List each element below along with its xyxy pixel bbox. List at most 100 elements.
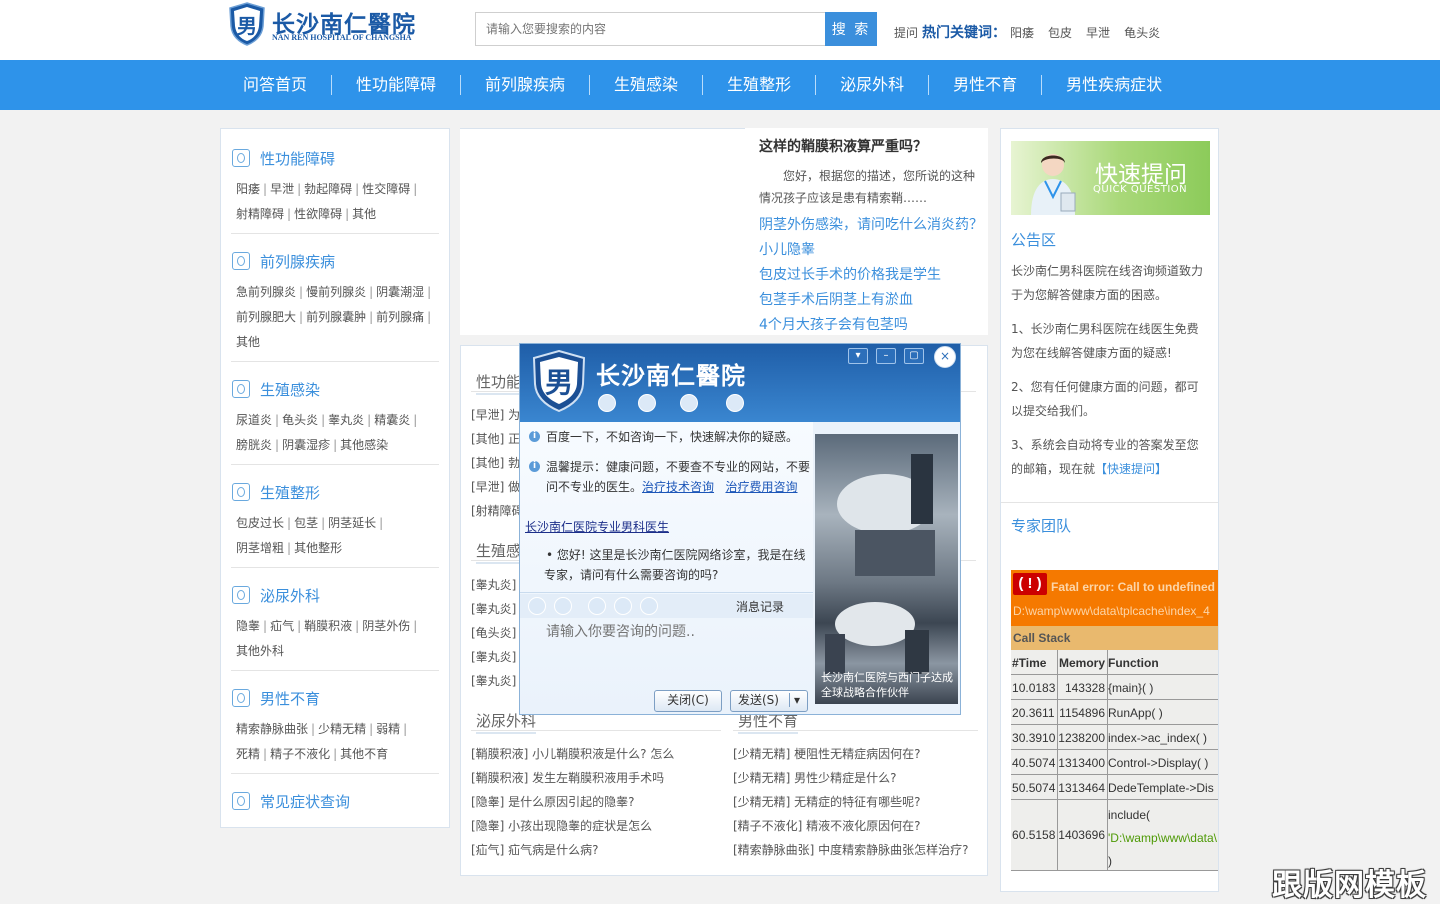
- close-icon[interactable]: ×: [934, 346, 956, 368]
- hot-keyword[interactable]: 早泄: [1086, 26, 1110, 40]
- article-link[interactable]: [少精无精] 男性少精症是什么?: [733, 769, 897, 786]
- article-link[interactable]: [隐睾] 小孩出现隐睾的症状是怎么: [471, 817, 652, 834]
- emoji-icon[interactable]: [528, 597, 546, 615]
- nav-item-home[interactable]: 问答首页: [219, 75, 333, 95]
- category-link[interactable]: 勃起障碍: [304, 182, 352, 196]
- nav-item-symptoms[interactable]: 男性疾病症状: [1042, 75, 1186, 95]
- category-title[interactable]: 泌尿外科: [231, 584, 441, 608]
- category-title[interactable]: 性功能障碍: [231, 147, 441, 171]
- category-link[interactable]: 包茎: [294, 516, 318, 530]
- category-link[interactable]: 阴茎外伤: [362, 619, 410, 633]
- minimize-icon[interactable]: –: [876, 348, 896, 364]
- hot-keyword[interactable]: 包皮: [1048, 26, 1072, 40]
- hot-keyword[interactable]: 龟头炎: [1124, 26, 1160, 40]
- message-history-button[interactable]: 消息记录: [736, 598, 784, 615]
- nav-item-plastic[interactable]: 生殖整形: [703, 75, 817, 95]
- category-link[interactable]: 阴囊湿疹: [282, 438, 330, 452]
- category-link[interactable]: 鞘膜积液: [304, 619, 352, 633]
- article-link[interactable]: [精索静脉曲张] 中度精索静脉曲张怎样治疗?: [733, 841, 969, 858]
- article-link[interactable]: [射精障碍: [471, 502, 524, 519]
- search-button[interactable]: 搜 索: [825, 12, 877, 46]
- category-link[interactable]: 阴茎增粗: [236, 541, 284, 555]
- category-link[interactable]: 急前列腺炎: [236, 285, 296, 299]
- nav-item-infection[interactable]: 生殖感染: [590, 75, 704, 95]
- consult-chat-window[interactable]: 男 长沙南仁醫院 ▾ – ▢ × i 百度一下，不如咨询一下，快速解决你的疑惑。…: [519, 343, 961, 715]
- category-link[interactable]: 疝气: [270, 619, 294, 633]
- chat-message-input[interactable]: [544, 616, 814, 648]
- close-button[interactable]: 关闭(C): [654, 690, 722, 712]
- hot-keyword[interactable]: 阳痿: [1010, 26, 1034, 40]
- featured-question-title[interactable]: 这样的鞘膜积液算严重吗？: [759, 136, 927, 156]
- doctor-link[interactable]: 长沙南仁医院专业男科医生: [525, 518, 669, 535]
- category-link[interactable]: 阳痿: [236, 182, 260, 196]
- shake-icon[interactable]: [588, 597, 606, 615]
- nav-item-prostate[interactable]: 前列腺疾病: [461, 75, 591, 95]
- category-link[interactable]: 前列腺囊肿: [306, 310, 366, 324]
- featured-link[interactable]: 小儿隐睾: [759, 239, 815, 259]
- category-link[interactable]: 其他感染: [340, 438, 388, 452]
- category-link[interactable]: 其他外科: [236, 644, 284, 658]
- category-link[interactable]: 尿道炎: [236, 413, 272, 427]
- microphone-icon[interactable]: [638, 394, 656, 412]
- quick-question-banner[interactable]: 快速提问 QUICK QUESTION: [1011, 141, 1210, 215]
- search-input[interactable]: [475, 12, 826, 46]
- category-link[interactable]: 弱精: [376, 722, 400, 736]
- category-link[interactable]: 龟头炎: [282, 413, 318, 427]
- image-icon[interactable]: [614, 597, 632, 615]
- add-icon[interactable]: [726, 394, 744, 412]
- category-link[interactable]: 性欲障碍: [294, 207, 342, 221]
- featured-link[interactable]: 4个月大孩子会有包茎吗: [759, 314, 908, 334]
- font-icon[interactable]: [554, 597, 572, 615]
- category-title[interactable]: 生殖整形: [231, 481, 441, 505]
- category-link[interactable]: 膀胱炎: [236, 438, 272, 452]
- camera-icon[interactable]: [598, 394, 616, 412]
- fee-consult-link[interactable]: 治疗费用咨询: [725, 480, 797, 494]
- category-link[interactable]: 隐睾: [236, 619, 260, 633]
- menu-icon[interactable]: ▾: [848, 348, 868, 364]
- category-link[interactable]: 其他: [352, 207, 376, 221]
- article-link[interactable]: [疝气] 疝气病是什么病?: [471, 841, 599, 858]
- screenshot-icon[interactable]: [640, 597, 658, 615]
- category-title[interactable]: 生殖感染: [231, 378, 441, 402]
- category-link[interactable]: 性交障碍: [362, 182, 410, 196]
- site-logo[interactable]: 男 长沙南仁醫院 NAN REN HOSPITAL OF CHANGSHA: [228, 2, 438, 46]
- article-link[interactable]: [少精无精] 梗阻性无精症病因何在?: [733, 745, 921, 762]
- hot-prefix[interactable]: 提问: [894, 26, 918, 40]
- category-link[interactable]: 前列腺肥大: [236, 310, 296, 324]
- maximize-icon[interactable]: ▢: [904, 348, 924, 364]
- nav-item-sexual-dysfunction[interactable]: 性功能障碍: [332, 75, 462, 95]
- category-link[interactable]: 包皮过长: [236, 516, 284, 530]
- quick-question-link[interactable]: 【快速提问】: [1095, 462, 1167, 476]
- article-link[interactable]: [少精无精] 无精症的特征有哪些呢?: [733, 793, 921, 810]
- category-link[interactable]: 其他: [236, 335, 260, 349]
- category-link[interactable]: 慢前列腺炎: [306, 285, 366, 299]
- category-link[interactable]: 精索静脉曲张: [236, 722, 308, 736]
- category-title[interactable]: 前列腺疾病: [231, 250, 441, 274]
- category-link[interactable]: 其他整形: [294, 541, 342, 555]
- folder-icon[interactable]: [680, 394, 698, 412]
- category-title[interactable]: 常见症状查询: [231, 790, 441, 814]
- category-link[interactable]: 精子不液化: [270, 747, 330, 761]
- send-button[interactable]: 发送(S) ▾: [730, 690, 808, 712]
- article-link[interactable]: [鞘膜积液] 小儿鞘膜积液是什么? 怎么: [471, 745, 674, 762]
- category-link[interactable]: 射精障碍: [236, 207, 284, 221]
- category-title[interactable]: 男性不育: [231, 687, 441, 711]
- category-link[interactable]: 前列腺痛: [376, 310, 424, 324]
- article-link[interactable]: [鞘膜积液] 发生左鞘膜积液用手术吗: [471, 769, 664, 786]
- featured-link[interactable]: 包茎手术后阴茎上有淤血: [759, 289, 913, 309]
- chat-header[interactable]: 男 长沙南仁醫院 ▾ – ▢ ×: [520, 344, 960, 422]
- category-link[interactable]: 少精无精: [318, 722, 366, 736]
- tech-consult-link[interactable]: 治疗技术咨询: [642, 480, 714, 494]
- category-link[interactable]: 睾丸炎: [328, 413, 364, 427]
- featured-link[interactable]: 阴茎外伤感染，请问吃什么消炎药？: [759, 214, 983, 234]
- category-link[interactable]: 死精: [236, 747, 260, 761]
- article-link[interactable]: [隐睾] 是什么原因引起的隐睾?: [471, 793, 635, 810]
- news-photo[interactable]: 长沙南仁医院与西门子达成全球战略合作伙伴: [815, 434, 958, 704]
- category-link[interactable]: 其他不育: [340, 747, 388, 761]
- chevron-down-icon[interactable]: ▾: [788, 693, 800, 707]
- category-link[interactable]: 精囊炎: [374, 413, 410, 427]
- category-link[interactable]: 阴茎延长: [328, 516, 376, 530]
- featured-link[interactable]: 包皮过长手术的价格我是学生: [759, 264, 941, 284]
- category-link[interactable]: 阴囊潮湿: [376, 285, 424, 299]
- article-link[interactable]: [精子不液化] 精液不液化原因何在?: [733, 817, 921, 834]
